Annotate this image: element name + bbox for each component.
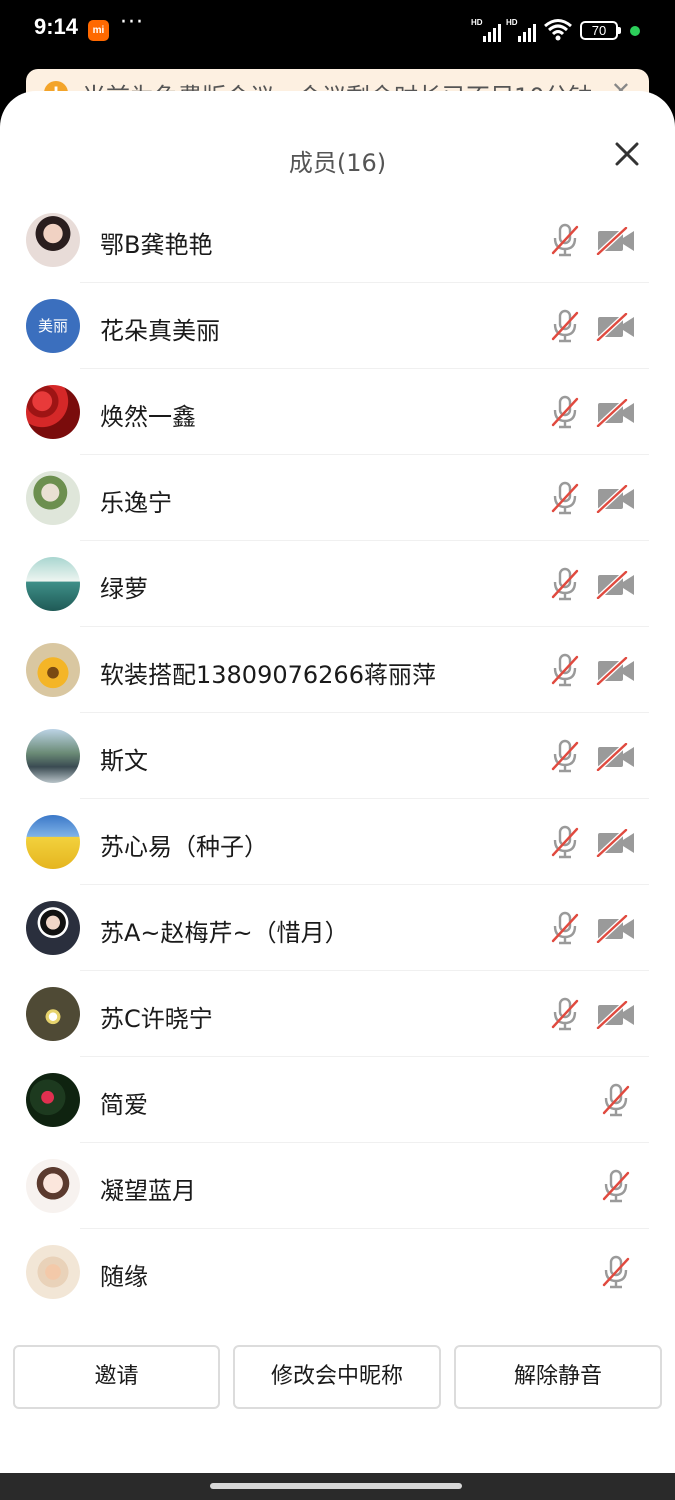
avatar (26, 385, 80, 439)
camera-off-icon[interactable] (596, 571, 636, 599)
mic-muted-icon[interactable] (550, 309, 580, 343)
member-row[interactable]: 鄂B龚艳艳 (0, 197, 675, 283)
sheet-title: 成员(16) (288, 149, 387, 177)
cell-signal-icon-1: HD (471, 18, 501, 42)
member-name: 斯文 (100, 747, 148, 775)
mic-muted-icon[interactable] (550, 653, 580, 687)
camera-off-icon[interactable] (596, 743, 636, 771)
battery-indicator: 70 (580, 21, 621, 40)
camera-off-icon[interactable] (596, 399, 636, 427)
privacy-indicator-dot (630, 26, 640, 36)
member-row[interactable]: 随缘 (0, 1229, 675, 1315)
member-list: 鄂B龚艳艳 美丽 花朵真美丽 焕然一鑫 乐逸宁 绿萝 软装搭配138090762… (0, 197, 675, 1315)
avatar (26, 1159, 80, 1213)
member-name: 鄂B龚艳艳 (100, 231, 213, 259)
member-name: 绿萝 (100, 575, 148, 603)
mi-app-icon: mi (88, 20, 109, 41)
camera-off-icon[interactable] (596, 657, 636, 685)
rename-nickname-button[interactable]: 修改会中昵称 (233, 1345, 441, 1409)
member-row[interactable]: 苏C许晓宁 (0, 971, 675, 1057)
member-name: 花朵真美丽 (100, 317, 220, 345)
mic-muted-icon[interactable] (601, 1255, 631, 1289)
avatar (26, 471, 80, 525)
navigation-bar (0, 1473, 675, 1500)
mic-muted-icon[interactable] (550, 223, 580, 257)
avatar (26, 987, 80, 1041)
invite-button[interactable]: 邀请 (13, 1345, 220, 1409)
home-indicator[interactable] (210, 1483, 462, 1489)
mic-muted-icon[interactable] (550, 825, 580, 859)
member-row[interactable]: 美丽 花朵真美丽 (0, 283, 675, 369)
mic-muted-icon[interactable] (550, 481, 580, 515)
member-name: 凝望蓝月 (100, 1177, 196, 1205)
wifi-icon (544, 19, 572, 41)
members-sheet: 成员(16) 鄂B龚艳艳 美丽 花朵真美丽 焕然一鑫 乐逸宁 绿萝 软装搭配13… (0, 91, 675, 1473)
avatar (26, 557, 80, 611)
member-name: 焕然一鑫 (100, 403, 196, 431)
mic-muted-icon[interactable] (601, 1083, 631, 1117)
status-bar: 9:14 mi ··· HD HD 70 (0, 0, 675, 62)
cell-signal-icon-2: HD (506, 18, 536, 42)
camera-off-icon[interactable] (596, 485, 636, 513)
network-type-label: HD (506, 18, 518, 27)
member-row[interactable]: 凝望蓝月 (0, 1143, 675, 1229)
member-name: 苏A~赵梅芹~（惜月） (100, 919, 349, 947)
member-name: 苏心易（种子） (100, 833, 268, 861)
member-row[interactable]: 简爱 (0, 1057, 675, 1143)
avatar (26, 901, 80, 955)
camera-off-icon[interactable] (596, 915, 636, 943)
member-row[interactable]: 绿萝 (0, 541, 675, 627)
mic-muted-icon[interactable] (550, 997, 580, 1031)
mic-muted-icon[interactable] (550, 739, 580, 773)
avatar (26, 643, 80, 697)
member-name: 简爱 (100, 1091, 148, 1119)
avatar (26, 1073, 80, 1127)
avatar (26, 213, 80, 267)
close-icon[interactable] (612, 139, 642, 169)
avatar (26, 1245, 80, 1299)
mic-muted-icon[interactable] (550, 395, 580, 429)
network-type-label: HD (471, 18, 483, 27)
member-name: 乐逸宁 (100, 489, 172, 517)
member-row[interactable]: 软装搭配13809076266蒋丽萍 (0, 627, 675, 713)
status-time: 9:14 (34, 14, 79, 39)
unmute-button[interactable]: 解除静音 (454, 1345, 662, 1409)
member-row[interactable]: 苏A~赵梅芹~（惜月） (0, 885, 675, 971)
mic-muted-icon[interactable] (550, 911, 580, 945)
camera-off-icon[interactable] (596, 227, 636, 255)
mic-muted-icon[interactable] (550, 567, 580, 601)
member-row[interactable]: 苏心易（种子） (0, 799, 675, 885)
avatar (26, 815, 80, 869)
mic-muted-icon[interactable] (601, 1169, 631, 1203)
avatar: 美丽 (26, 299, 80, 353)
member-row[interactable]: 乐逸宁 (0, 455, 675, 541)
member-name: 苏C许晓宁 (100, 1005, 213, 1033)
member-row[interactable]: 焕然一鑫 (0, 369, 675, 455)
more-notifications-icon: ··· (120, 10, 144, 35)
camera-off-icon[interactable] (596, 829, 636, 857)
avatar (26, 729, 80, 783)
member-row[interactable]: 斯文 (0, 713, 675, 799)
camera-off-icon[interactable] (596, 313, 636, 341)
camera-off-icon[interactable] (596, 1001, 636, 1029)
member-name: 软装搭配13809076266蒋丽萍 (100, 661, 436, 689)
member-name: 随缘 (100, 1263, 148, 1291)
